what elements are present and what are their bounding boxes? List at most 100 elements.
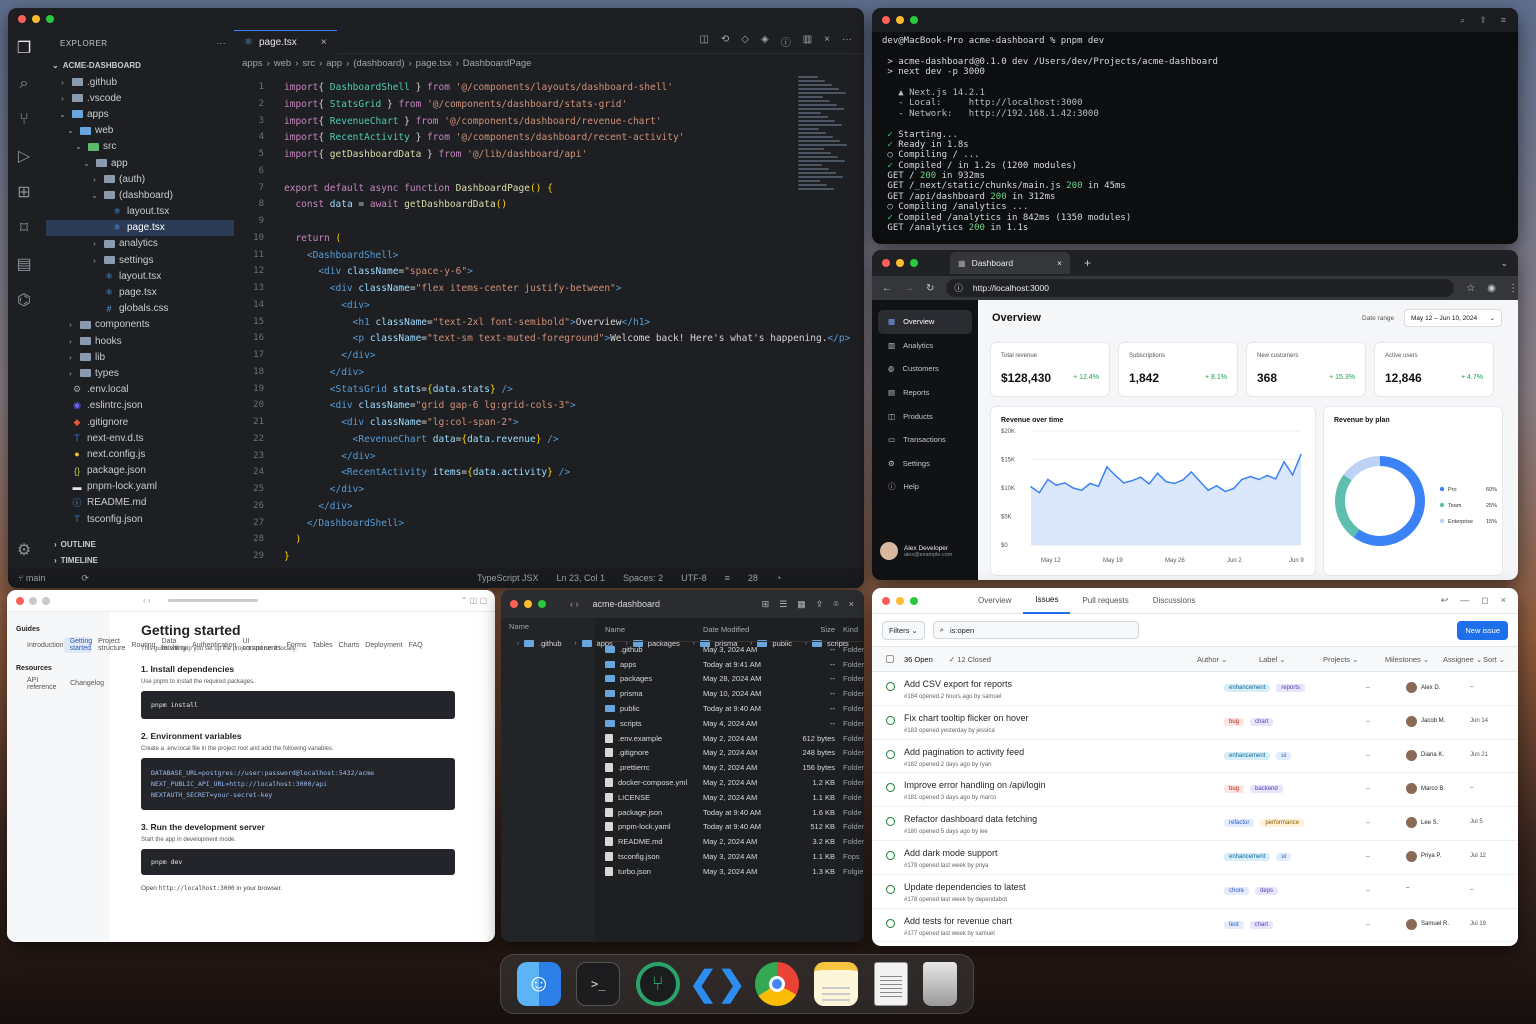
sidebar-item-transactions[interactable]: ▭ Transactions xyxy=(878,428,972,452)
revenue-point[interactable] xyxy=(1072,487,1074,489)
tree-item[interactable]: ▬ pnpm-lock.yaml xyxy=(46,479,234,495)
issue-row[interactable]: Add pagination to activity feed #182 open… xyxy=(872,740,1518,774)
issue-title[interactable]: Add CSV export for reports xyxy=(904,679,1012,689)
issue-assignee[interactable]: Samuel R. xyxy=(1406,918,1449,930)
issue-assignee[interactable]: Alex D. xyxy=(1406,682,1440,693)
file-row[interactable]: .gitignore May 2, 2024 AM 248 bytes Folder xyxy=(595,746,864,761)
revenue-point[interactable] xyxy=(1114,474,1117,477)
file-row[interactable]: public Today at 9:40 AM -- Folder xyxy=(595,701,864,716)
issue-label[interactable]: enhancement xyxy=(1224,751,1271,760)
revenue-point[interactable] xyxy=(1106,466,1108,468)
revenue-point[interactable] xyxy=(1055,484,1058,486)
search-icon[interactable]: ⌕ xyxy=(1460,15,1465,26)
run-debug-icon[interactable]: ▷ xyxy=(8,138,40,174)
issue-row[interactable]: Improve error handling on /api/login #181… xyxy=(872,773,1518,808)
profile-icon[interactable]: ◉ xyxy=(1487,283,1496,294)
revenue-point[interactable] xyxy=(1300,453,1302,456)
revenue-point[interactable] xyxy=(1131,479,1134,482)
address-bar[interactable]: ⓘ http://localhost:3000 xyxy=(946,279,1455,297)
address-placeholder[interactable] xyxy=(167,599,258,602)
icon-view-icon[interactable]: ⊞ xyxy=(762,599,770,610)
tree-item[interactable]: › .vscode xyxy=(46,90,234,106)
gallery-view-icon[interactable]: ▦ xyxy=(797,599,806,610)
share-icon[interactable]: ⇪ xyxy=(1479,15,1487,26)
tree-item[interactable]: ⚛ layout.tsx xyxy=(46,204,234,220)
tree-item[interactable]: ⚛ page.tsx xyxy=(46,219,234,236)
revenue-area-chart[interactable]: $20K $15K $10K $5K $0 May 12 May 19 May 26 Jun 2… xyxy=(991,407,1317,577)
back-forward-icon[interactable]: ‹ › xyxy=(570,599,579,609)
finder-sidebar-item[interactable]: › .github xyxy=(509,635,562,652)
revenue-point[interactable] xyxy=(1190,471,1193,473)
sidebar-item-reports[interactable]: ▤ Reports xyxy=(878,381,972,405)
column-filter-author[interactable]: Author ⌄ xyxy=(1197,655,1259,664)
file-row[interactable]: tsconfig.json May 3, 2024 AM 1.1 KB Fops xyxy=(595,849,864,864)
revenue-point[interactable] xyxy=(1030,486,1032,488)
encoding-status[interactable]: UTF-8 xyxy=(681,573,707,583)
install-code-block[interactable]: pnpm install xyxy=(141,691,455,719)
issue-label[interactable]: ui xyxy=(1276,852,1292,861)
project-root[interactable]: ⌄ ACME-DASHBOARD xyxy=(46,56,234,74)
issue-title[interactable]: Improve error handling on /api/login xyxy=(904,780,1046,790)
file-row[interactable]: README.md May 2, 2024 AM 3.2 KB Folder xyxy=(595,834,864,849)
extensions-icon[interactable]: ⊞ xyxy=(8,174,40,210)
revenue-point[interactable] xyxy=(1047,478,1049,481)
issue-assignee[interactable]: Lee S. xyxy=(1406,817,1438,829)
revenue-point[interactable] xyxy=(1123,482,1125,484)
issue-label[interactable]: chore xyxy=(1224,886,1250,895)
minimize-window-button[interactable] xyxy=(896,596,904,605)
revenue-point[interactable] xyxy=(1249,475,1252,478)
bookmark-star-icon[interactable]: ☆ xyxy=(1466,283,1475,294)
issue-row[interactable]: Update dependencies to latest #178 opened… xyxy=(872,875,1518,909)
column-filter-sort[interactable]: Sort ⌄ xyxy=(1483,655,1513,664)
tree-item[interactable]: › .github xyxy=(46,74,234,90)
issue-label[interactable]: chart xyxy=(1249,920,1274,929)
column-filter-projects[interactable]: Projects ⌄ xyxy=(1323,655,1385,664)
column-header[interactable]: Name xyxy=(595,625,703,634)
revenue-point[interactable] xyxy=(1063,482,1066,484)
trash-dock-icon[interactable] xyxy=(923,962,958,1006)
donut-slice-team[interactable] xyxy=(1335,474,1360,538)
docs-nav-link[interactable]: Introduction xyxy=(21,637,64,652)
revenue-point[interactable] xyxy=(1097,485,1100,488)
editor-tab-page[interactable]: ⚛ page.tsx × xyxy=(234,29,337,54)
revenue-point[interactable] xyxy=(1274,478,1277,480)
sidebar-item-products[interactable]: ◫ Products xyxy=(878,404,972,428)
tab-pull-requests[interactable]: Pull requests xyxy=(1070,588,1140,614)
back-arrow-icon[interactable]: ← xyxy=(882,283,892,294)
tree-item[interactable]: {} package.json xyxy=(46,463,234,479)
vscode-dock-icon[interactable]: ❮❯ xyxy=(689,962,746,1006)
minimize-window-button[interactable] xyxy=(896,259,904,267)
timeline-section[interactable]: › TIMELINE xyxy=(46,552,234,568)
search-icon[interactable]: ⌕ xyxy=(8,66,40,102)
zoom-window-button[interactable] xyxy=(910,16,918,24)
revenue-point[interactable] xyxy=(1148,483,1150,485)
column-filter-label[interactable]: Label ⌄ xyxy=(1259,655,1323,664)
breadcrumb-item[interactable]: page.tsx xyxy=(416,58,452,69)
maximize-icon[interactable]: ◻ xyxy=(1481,595,1488,606)
revenue-point[interactable] xyxy=(1080,489,1083,492)
date-range-select[interactable]: May 12 – Jun 10, 2024 ⌄ xyxy=(1404,309,1502,327)
tree-item[interactable]: ⚙ .env.local xyxy=(46,382,234,398)
tab-issues[interactable]: Issues xyxy=(1023,588,1071,614)
docs-resource-link[interactable]: API reference xyxy=(21,676,64,691)
split-editor-icon[interactable]: ▥ xyxy=(803,34,812,49)
file-row[interactable]: scripts May 4, 2024 AM -- Folder xyxy=(595,716,864,731)
issue-assignee[interactable]: – xyxy=(1406,885,1409,891)
tree-item[interactable]: ⌄ src xyxy=(46,139,234,155)
close-window-button[interactable] xyxy=(16,596,24,605)
minimize-window-button[interactable] xyxy=(524,600,532,608)
go-back-icon[interactable]: ⟲ xyxy=(721,34,729,49)
revenue-point[interactable] xyxy=(1198,480,1201,482)
breadcrumb-item[interactable]: src xyxy=(302,58,315,69)
user-profile[interactable]: Alex Developer alex@example.com xyxy=(880,542,952,560)
tree-item[interactable]: Tnext-env.d.ts xyxy=(46,430,234,446)
nav-arrows-icon[interactable]: ‹ › xyxy=(143,596,151,605)
notes-dock-icon[interactable] xyxy=(814,962,859,1006)
compare-icon[interactable]: ◈ xyxy=(761,34,769,49)
toggle-info-icon[interactable]: ⓘ xyxy=(781,34,791,49)
list-view-icon[interactable]: ☰ xyxy=(779,599,787,610)
issue-label[interactable]: test xyxy=(1224,920,1244,929)
revenue-point[interactable] xyxy=(1038,491,1041,494)
issue-title[interactable]: Refactor dashboard data fetching xyxy=(904,814,1037,824)
file-row[interactable]: .env.example May 2, 2024 AM 612 bytes Folde… xyxy=(595,731,864,746)
